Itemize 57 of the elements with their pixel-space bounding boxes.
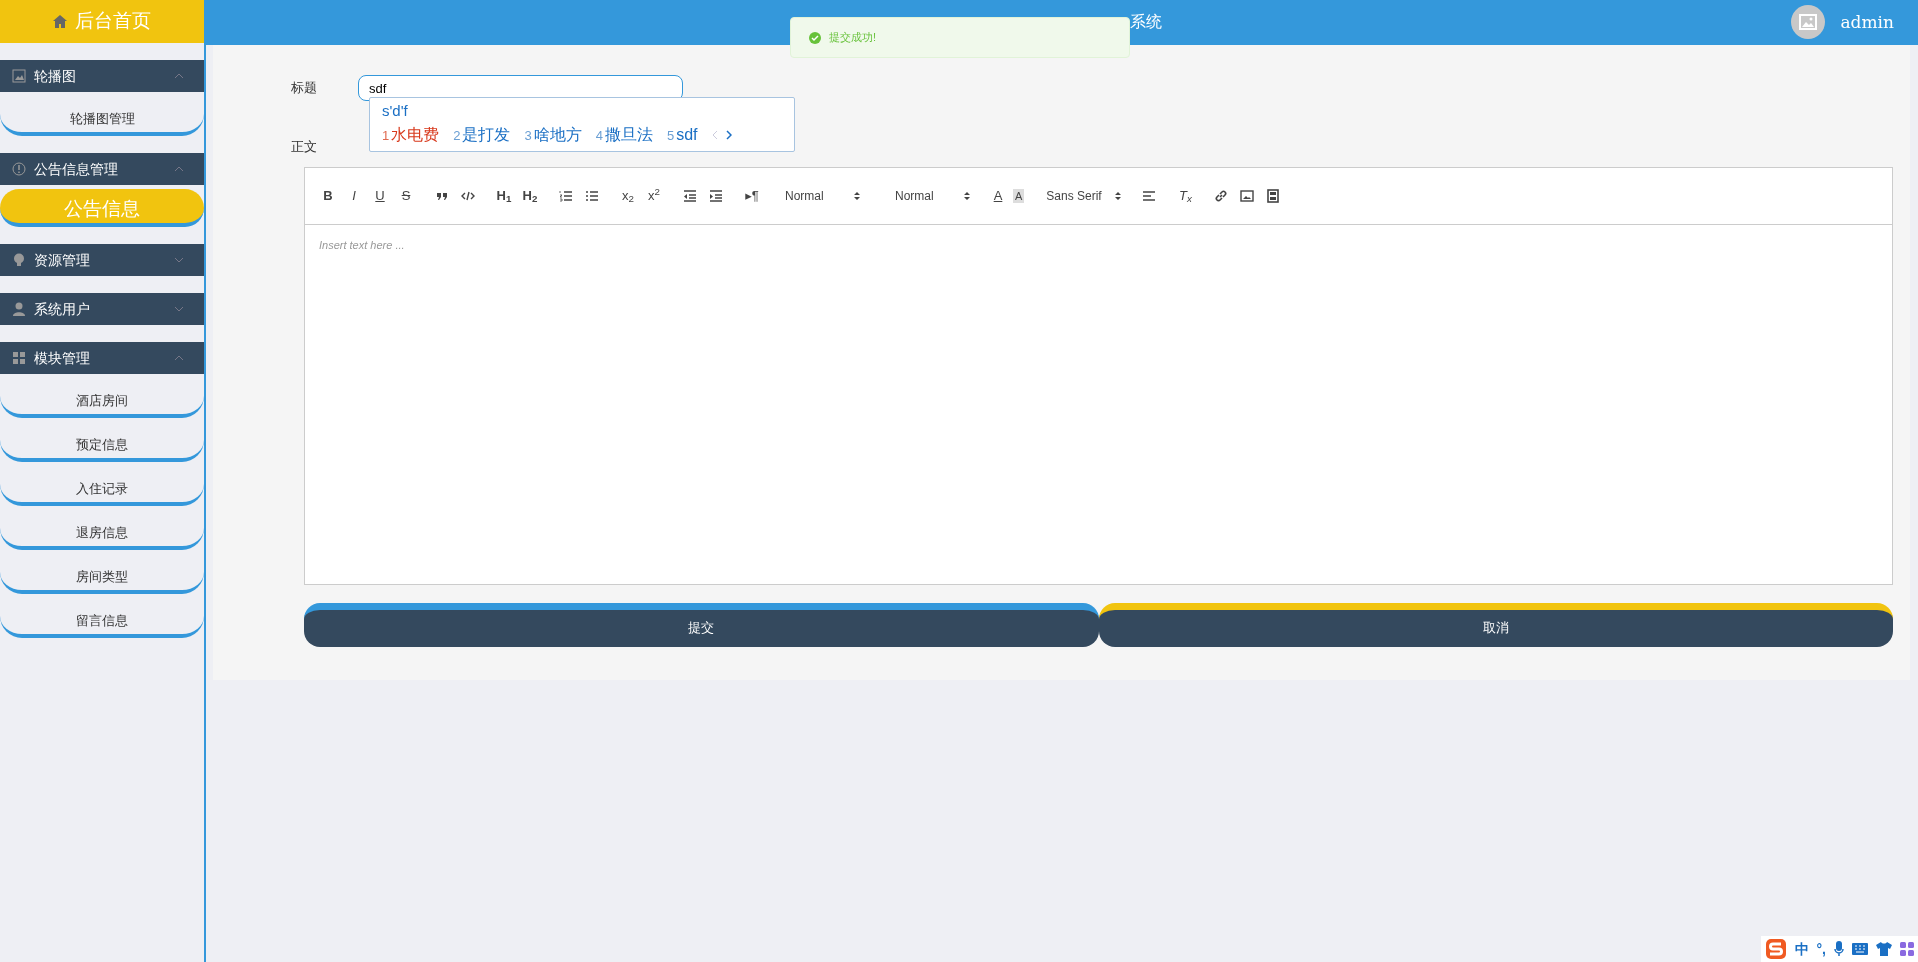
toast-message: 提交成功!: [829, 30, 877, 46]
bulb-icon: [12, 253, 26, 267]
chevron-down-icon: [174, 257, 184, 263]
chevron-down-icon: [174, 306, 184, 312]
avatar-icon: [1791, 5, 1826, 39]
punctuation-mode: °,: [1816, 939, 1826, 959]
dropdown-arrows-icon: [1115, 190, 1122, 201]
menu-section[interactable]: 轮播图: [0, 60, 204, 92]
menu-section[interactable]: 模块管理: [0, 342, 204, 374]
microphone-icon: [1834, 941, 1844, 957]
toolbar-select[interactable]: Normal: [777, 183, 863, 208]
format-button[interactable]: T$_{x}$: [1174, 183, 1197, 208]
ime-candidate[interactable]: 4撒旦法: [595, 122, 653, 147]
menu-section[interactable]: 系统用户: [0, 293, 204, 325]
format-button[interactable]: A: [987, 183, 1009, 208]
chevron-up-icon: [174, 355, 184, 361]
ime-candidate[interactable]: 3 啥地方: [524, 122, 582, 147]
shirt-icon: [1876, 942, 1892, 956]
grid-icon: [12, 351, 26, 365]
field-label: 标题: [291, 79, 318, 98]
format-button[interactable]: S: [395, 183, 417, 208]
prev-icon: [711, 129, 718, 140]
format-button[interactable]: I: [343, 183, 365, 208]
toolbar-select[interactable]: Sans Serif: [1038, 183, 1125, 208]
user-icon: [12, 302, 26, 316]
ime-composition: s'd'f: [382, 101, 409, 121]
format-button[interactable]: x$^{2}$: [643, 183, 665, 208]
format-button[interactable]: A: [1013, 188, 1025, 203]
input-mode: 中: [1794, 939, 1809, 959]
chevron-up-icon: [174, 166, 184, 172]
ime-candidate[interactable]: 2是打发: [453, 122, 511, 147]
next-icon: [725, 129, 732, 140]
field-label: 正文: [291, 138, 318, 156]
user-name: admin: [1840, 11, 1894, 34]
keyboard-icon: [1852, 943, 1868, 955]
format-button[interactable]: x$_{2}$: [617, 183, 639, 208]
format-button[interactable]: H$_{1}$: [493, 183, 515, 208]
cancel-button[interactable]: 取消: [1098, 602, 1893, 647]
check-icon: [809, 31, 821, 44]
home-icon: [53, 15, 67, 28]
submit-button[interactable]: 提交: [304, 602, 1099, 647]
dropdown-arrows-icon: [854, 190, 860, 201]
chevron-up-icon: [174, 73, 184, 79]
picture-icon: [12, 69, 26, 83]
format-button[interactable]: H$_{2}$: [519, 183, 541, 208]
header-title: 系统: [1130, 11, 1163, 33]
ime-candidate[interactable]: 5 sdf: [666, 122, 698, 147]
dropdown-arrows-icon: [964, 190, 970, 201]
ime-candidate[interactable]: 1水电费: [382, 122, 440, 147]
toolbar-select[interactable]: Normal: [887, 183, 973, 208]
menu-section[interactable]: 公告信息管理: [0, 153, 204, 185]
format-button[interactable]: ▸¶: [741, 183, 763, 208]
menu-section[interactable]: 资源管理: [0, 244, 204, 276]
info-icon: [12, 162, 26, 176]
apps-icon: [1900, 942, 1914, 956]
format-button[interactable]: U: [369, 183, 391, 208]
format-button[interactable]: B: [317, 183, 339, 208]
